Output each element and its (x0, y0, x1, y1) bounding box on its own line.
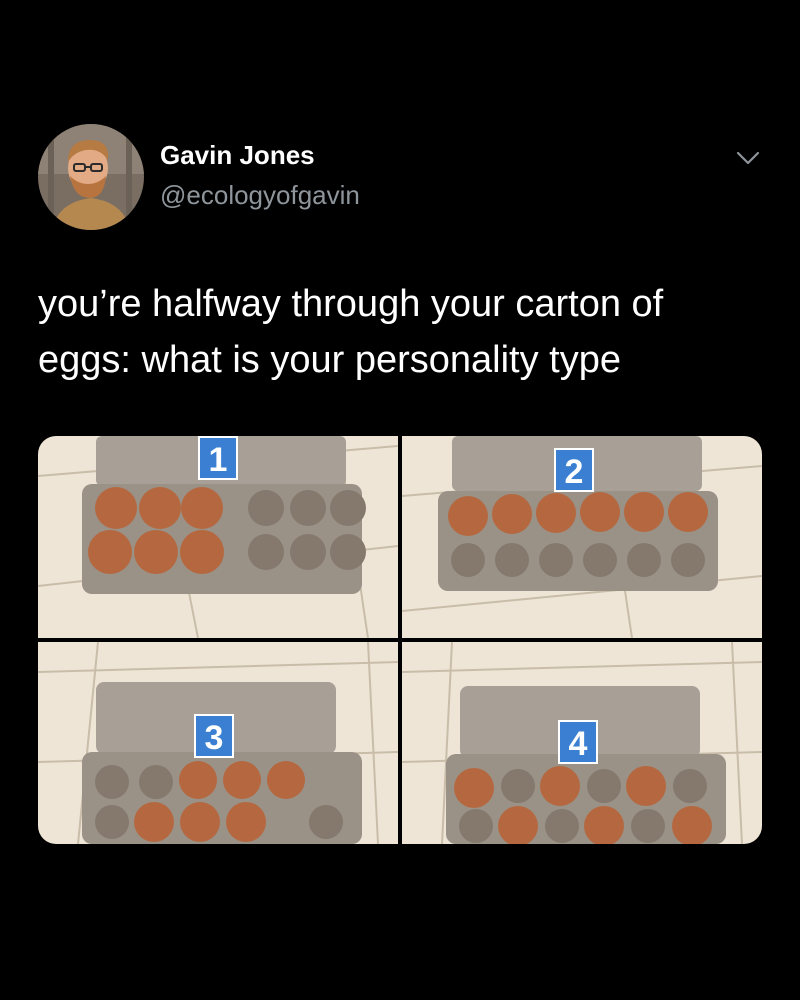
photo-number-badge: 4 (558, 720, 598, 764)
photo-1[interactable]: 1 (38, 436, 398, 638)
photo-number-badge: 2 (554, 448, 594, 492)
photo-3[interactable]: 3 (38, 642, 398, 844)
media-grid: 1 2 3 4 (38, 436, 762, 844)
chevron-down-icon (736, 151, 760, 165)
tweet-text: you’re halfway through your carton of eg… (38, 283, 664, 381)
tweet: Gavin Jones @ecologyofgavin you’re halfw… (0, 0, 800, 1000)
avatar[interactable] (38, 124, 144, 230)
photo-4[interactable]: 4 (402, 642, 762, 844)
display-name[interactable]: Gavin Jones (160, 140, 315, 171)
photo-2[interactable]: 2 (402, 436, 762, 638)
photo-number-badge: 3 (194, 714, 234, 758)
photo-number-badge: 1 (198, 436, 238, 480)
more-options-button[interactable] (730, 140, 766, 176)
handle[interactable]: @ecologyofgavin (160, 180, 360, 211)
avatar-image (38, 124, 144, 230)
